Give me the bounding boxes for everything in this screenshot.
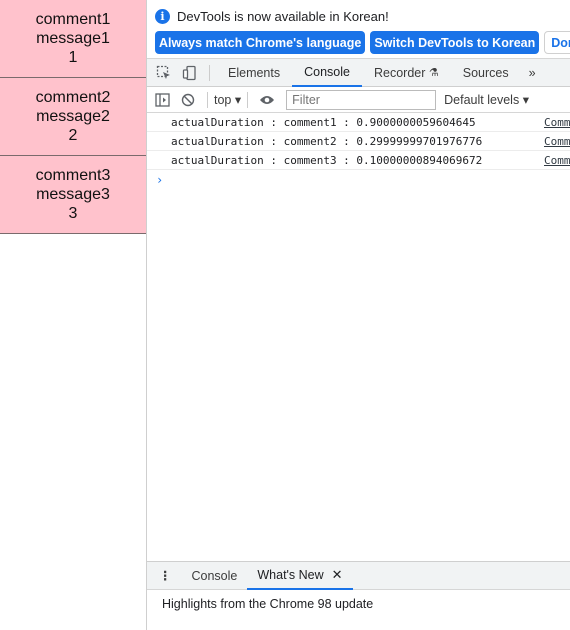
close-icon[interactable]: ✕ — [332, 567, 343, 583]
drawer-tab-console[interactable]: Console — [182, 562, 248, 590]
comment-message: message1 — [36, 30, 110, 47]
console-message: actualDuration : comment1 : 0.9000000059… — [147, 113, 570, 132]
context-label: top — [214, 93, 232, 107]
comment-id: 2 — [68, 127, 78, 144]
console-toolbar: top ▾ Default levels ▾ — [147, 87, 570, 113]
message-text: actualDuration : comment2 : 0.2999999970… — [171, 134, 483, 148]
drawer-tab-whats-new[interactable]: What's New ✕ — [247, 562, 353, 590]
divider — [247, 91, 249, 108]
caret-down-icon: ▾ — [234, 93, 242, 107]
page-content: comment1 message1 1 comment2 message2 2 … — [0, 0, 146, 630]
tab-elements[interactable]: Elements — [216, 59, 292, 87]
language-infobar: i DevTools is now available in Korean! A… — [147, 0, 570, 59]
levels-label: Default levels — [444, 93, 520, 107]
tab-sources[interactable]: Sources — [451, 59, 521, 87]
info-icon: i — [155, 8, 170, 24]
console-prompt[interactable]: › — [147, 170, 570, 190]
levels-dropdown[interactable]: Default levels ▾ — [444, 92, 529, 107]
comment-name: comment1 — [35, 11, 111, 28]
flask-icon: ⚗ — [428, 67, 439, 79]
divider — [209, 64, 210, 81]
drawer-menu-icon[interactable]: ⋮ — [147, 568, 182, 583]
eye-icon[interactable] — [254, 87, 280, 113]
match-language-button[interactable]: Always match Chrome's language — [155, 31, 366, 54]
caret-down-icon: ▾ — [522, 93, 529, 107]
comment-name: comment3 — [35, 167, 111, 184]
console-message: actualDuration : comment2 : 0.2999999970… — [147, 132, 570, 151]
devtools-panel: i DevTools is now available in Korean! A… — [146, 0, 570, 630]
divider — [207, 91, 208, 108]
comment-card: comment1 message1 1 — [0, 0, 146, 78]
drawer-tab-whats-new-label: What's New — [257, 567, 324, 582]
context-selector[interactable]: top ▾ — [214, 92, 241, 107]
source-link[interactable]: Comment.js — [544, 135, 570, 148]
comment-card: comment2 message2 2 — [0, 78, 146, 156]
tab-recorder[interactable]: Recorder ⚗ — [362, 59, 451, 87]
comment-name: comment2 — [35, 89, 111, 106]
bottom-drawer: ⋮ Console What's New ✕ Highlights from t… — [147, 561, 570, 630]
dont-show-button[interactable]: Don't show again — [544, 31, 570, 54]
comment-id: 3 — [68, 205, 78, 222]
whats-new-headline: Highlights from the Chrome 98 update — [162, 597, 374, 611]
devtools-tabbar: Elements Console Recorder ⚗ Sources » — [147, 59, 570, 87]
more-tabs-button[interactable]: » — [521, 66, 544, 80]
console-message: actualDuration : comment3 : 0.1000000089… — [147, 151, 570, 170]
drawer-tabbar: ⋮ Console What's New ✕ — [147, 562, 570, 590]
sidebar-toggle-icon[interactable] — [149, 87, 175, 113]
tab-console[interactable]: Console — [292, 59, 362, 87]
comment-message: message2 — [36, 108, 110, 125]
device-toolbar-icon[interactable] — [177, 60, 203, 86]
filter-input[interactable] — [286, 89, 437, 110]
comment-message: message3 — [36, 186, 110, 203]
tab-recorder-label: Recorder — [373, 65, 426, 80]
console-output: actualDuration : comment1 : 0.9000000059… — [147, 113, 570, 190]
message-text: actualDuration : comment1 : 0.9000000059… — [171, 115, 476, 129]
infobar-text: DevTools is now available in Korean! — [177, 8, 389, 24]
comment-id: 1 — [68, 49, 78, 66]
inspect-element-icon[interactable] — [151, 60, 177, 86]
prompt-chevron-icon: › — [156, 173, 164, 187]
switch-korean-button[interactable]: Switch DevTools to Korean — [370, 31, 540, 54]
comment-card: comment3 message3 3 — [0, 156, 146, 234]
source-link[interactable]: Comment.js — [544, 116, 570, 129]
clear-console-icon[interactable] — [175, 87, 201, 113]
message-text: actualDuration : comment3 : 0.1000000089… — [171, 153, 483, 167]
source-link[interactable]: Comment.js — [544, 154, 570, 167]
